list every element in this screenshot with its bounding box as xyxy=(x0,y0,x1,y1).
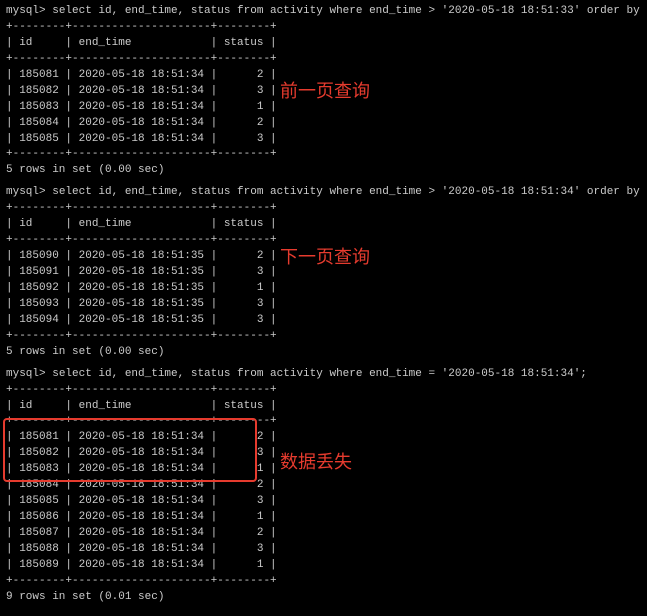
table-row: | 185084 | 2020-05-18 18:51:34 | 2 | xyxy=(6,116,641,132)
table-row: | 185085 | 2020-05-18 18:51:34 | 3 | xyxy=(6,494,641,510)
annotation-next-page: 下一页查询 xyxy=(280,244,370,270)
query-line: mysql> select id, end_time, status from … xyxy=(6,185,641,201)
result-message: 5 rows in set (0.00 sec) xyxy=(6,163,641,179)
table-row: | 185081 | 2020-05-18 18:51:34 | 2 | xyxy=(6,430,641,446)
table-separator: +--------+---------------------+--------… xyxy=(6,383,641,399)
table-separator: +--------+---------------------+--------… xyxy=(6,52,641,68)
sql-query: select id, end_time, status from activit… xyxy=(52,186,647,198)
table-row: | 185092 | 2020-05-18 18:51:35 | 1 | xyxy=(6,281,641,297)
annotation-data-loss: 数据丢失 xyxy=(280,449,352,475)
query-line: mysql> select id, end_time, status from … xyxy=(6,4,641,20)
table-row: | 185086 | 2020-05-18 18:51:34 | 1 | xyxy=(6,510,641,526)
query-block-3: mysql> select id, end_time, status from … xyxy=(6,367,641,606)
mysql-prompt: mysql> xyxy=(6,186,52,198)
mysql-prompt: mysql> xyxy=(6,368,52,380)
sql-query: select id, end_time, status from activit… xyxy=(52,368,587,380)
query-line: mysql> select id, end_time, status from … xyxy=(6,367,641,383)
table-separator: +--------+---------------------+--------… xyxy=(6,329,641,345)
table-header: | id | end_time | status | xyxy=(6,399,641,415)
annotation-prev-page: 前一页查询 xyxy=(280,78,370,104)
table-separator: +--------+---------------------+--------… xyxy=(6,414,641,430)
table-row: | 185087 | 2020-05-18 18:51:34 | 2 | xyxy=(6,526,641,542)
table-row: | 185094 | 2020-05-18 18:51:35 | 3 | xyxy=(6,313,641,329)
table-row: | 185085 | 2020-05-18 18:51:34 | 3 | xyxy=(6,132,641,148)
mysql-prompt: mysql> xyxy=(6,5,52,17)
table-row: | 185093 | 2020-05-18 18:51:35 | 3 | xyxy=(6,297,641,313)
result-message: 9 rows in set (0.01 sec) xyxy=(6,590,641,606)
result-message: 5 rows in set (0.00 sec) xyxy=(6,345,641,361)
table-separator: +--------+---------------------+--------… xyxy=(6,574,641,590)
query-block-2: mysql> select id, end_time, status from … xyxy=(6,185,641,360)
table-row: | 185084 | 2020-05-18 18:51:34 | 2 | xyxy=(6,478,641,494)
sql-query: select id, end_time, status from activit… xyxy=(52,5,647,17)
table-row: | 185089 | 2020-05-18 18:51:34 | 1 | xyxy=(6,558,641,574)
table-separator: +--------+---------------------+--------… xyxy=(6,20,641,36)
table-separator: +--------+---------------------+--------… xyxy=(6,147,641,163)
table-header: | id | end_time | status | xyxy=(6,36,641,52)
table-separator: +--------+---------------------+--------… xyxy=(6,201,641,217)
table-row: | 185088 | 2020-05-18 18:51:34 | 3 | xyxy=(6,542,641,558)
table-header: | id | end_time | status | xyxy=(6,217,641,233)
